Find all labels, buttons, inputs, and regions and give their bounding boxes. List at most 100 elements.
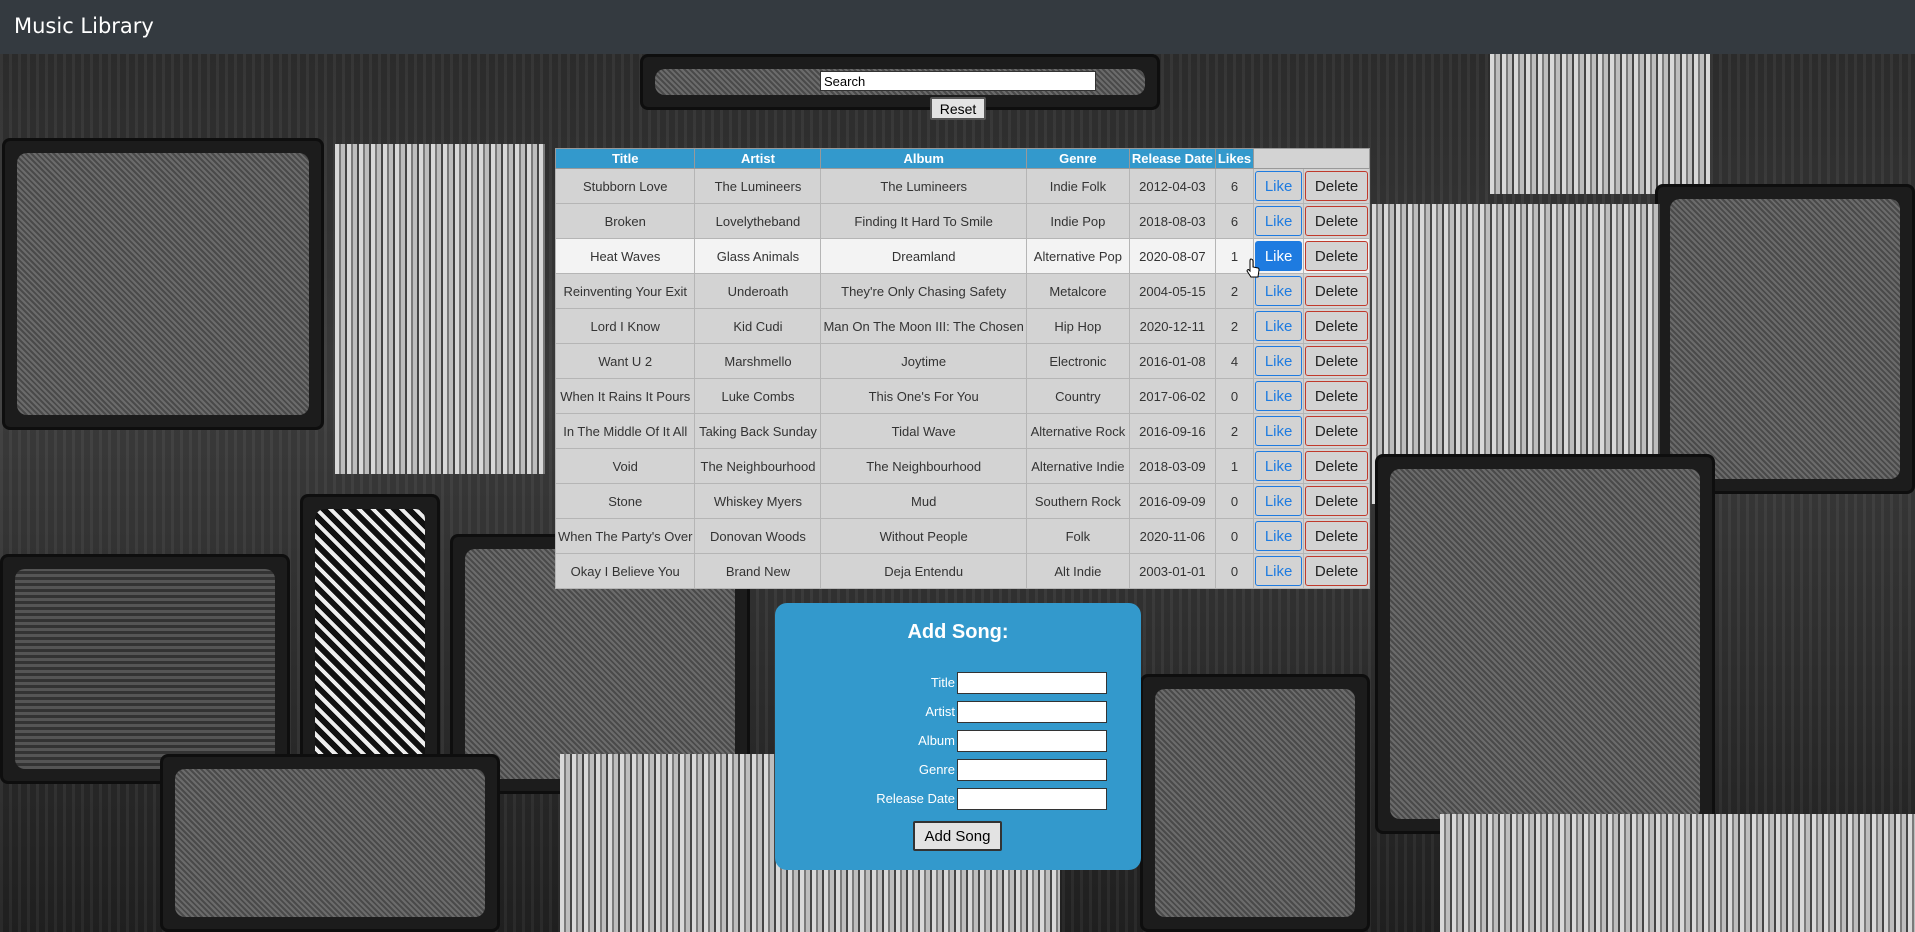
table-row: Stone Whiskey Myers Mud Southern Rock 20… bbox=[554, 483, 1371, 519]
like-button[interactable]: Like bbox=[1255, 486, 1303, 516]
cell-likes: 6 bbox=[1214, 203, 1255, 239]
table-row: Broken Lovelytheband Finding It Hard To … bbox=[554, 203, 1371, 239]
cell-artist: Whiskey Myers bbox=[694, 483, 822, 519]
delete-button[interactable]: Delete bbox=[1305, 381, 1369, 411]
add-song-button[interactable]: Add Song bbox=[913, 821, 1002, 851]
cell-artist: Luke Combs bbox=[694, 378, 822, 414]
header-release-date[interactable]: Release Date bbox=[1128, 148, 1216, 169]
delete-button[interactable]: Delete bbox=[1305, 171, 1369, 201]
cell-likes: 0 bbox=[1214, 378, 1255, 414]
header-likes[interactable]: Likes bbox=[1214, 148, 1255, 169]
search-input[interactable] bbox=[820, 71, 1096, 91]
like-button[interactable]: Like bbox=[1255, 276, 1303, 306]
header-actions bbox=[1253, 148, 1371, 169]
cell-album: Man On The Moon III: The Chosen bbox=[820, 308, 1027, 344]
cell-release-date: 2018-08-03 bbox=[1128, 203, 1216, 239]
cell-title: Want U 2 bbox=[554, 343, 696, 379]
like-button[interactable]: Like bbox=[1255, 346, 1303, 376]
reset-button[interactable]: Reset bbox=[930, 97, 986, 120]
delete-button[interactable]: Delete bbox=[1305, 486, 1369, 516]
album-label: Album bbox=[918, 733, 955, 748]
delete-button[interactable]: Delete bbox=[1305, 311, 1369, 341]
cell-album: The Lumineers bbox=[820, 168, 1027, 204]
delete-button[interactable]: Delete bbox=[1305, 206, 1369, 236]
like-button[interactable]: Like bbox=[1255, 206, 1303, 236]
cell-album: Finding It Hard To Smile bbox=[820, 203, 1027, 239]
like-button[interactable]: Like bbox=[1255, 381, 1303, 411]
cell-likes: 2 bbox=[1214, 413, 1255, 449]
cell-genre: Alternative Rock bbox=[1025, 413, 1130, 449]
cell-release-date: 2020-11-06 bbox=[1128, 518, 1216, 554]
form-row-artist: Artist bbox=[775, 701, 1141, 725]
cell-release-date: 2018-03-09 bbox=[1128, 448, 1216, 484]
title-field[interactable] bbox=[957, 672, 1107, 694]
delete-button[interactable]: Delete bbox=[1305, 241, 1369, 271]
cell-album: Dreamland bbox=[820, 238, 1027, 274]
hand-pointer-icon bbox=[1246, 258, 1260, 278]
delete-button[interactable]: Delete bbox=[1305, 556, 1369, 586]
cell-genre: Electronic bbox=[1025, 343, 1130, 379]
cell-title: Broken bbox=[554, 203, 696, 239]
cell-title: Okay I Believe You bbox=[554, 553, 696, 589]
delete-button[interactable]: Delete bbox=[1305, 416, 1369, 446]
cell-likes: 0 bbox=[1214, 553, 1255, 589]
form-row-album: Album bbox=[775, 730, 1141, 754]
like-button[interactable]: Like bbox=[1255, 556, 1303, 586]
table-row: Want U 2 Marshmello Joytime Electronic 2… bbox=[554, 343, 1371, 379]
like-button[interactable]: Like bbox=[1255, 311, 1303, 341]
cell-artist: Donovan Woods bbox=[694, 518, 822, 554]
header-artist[interactable]: Artist bbox=[694, 148, 822, 169]
cell-likes: 1 bbox=[1214, 448, 1255, 484]
cell-artist: Marshmello bbox=[694, 343, 822, 379]
cell-album: They're Only Chasing Safety bbox=[820, 273, 1027, 309]
album-field[interactable] bbox=[957, 730, 1107, 752]
table-row: Void The Neighbourhood The Neighbourhood… bbox=[554, 448, 1371, 484]
delete-button[interactable]: Delete bbox=[1305, 451, 1369, 481]
cell-title: Lord I Know bbox=[554, 308, 696, 344]
header-title[interactable]: Title bbox=[554, 148, 696, 169]
like-button[interactable]: Like bbox=[1255, 451, 1303, 481]
table-row: In The Middle Of It All Taking Back Sund… bbox=[554, 413, 1371, 449]
genre-field[interactable] bbox=[957, 759, 1107, 781]
like-button[interactable]: Like bbox=[1255, 521, 1303, 551]
table-row: Lord I Know Kid Cudi Man On The Moon III… bbox=[554, 308, 1371, 344]
cell-release-date: 2004-05-15 bbox=[1128, 273, 1216, 309]
table-row: Okay I Believe You Brand New Deja Entend… bbox=[554, 553, 1371, 589]
cell-likes: 2 bbox=[1214, 308, 1255, 344]
cell-likes: 4 bbox=[1214, 343, 1255, 379]
cell-title: When It Rains It Pours bbox=[554, 378, 696, 414]
header-genre[interactable]: Genre bbox=[1025, 148, 1130, 169]
cell-title: In The Middle Of It All bbox=[554, 413, 696, 449]
delete-button[interactable]: Delete bbox=[1305, 276, 1369, 306]
header-album[interactable]: Album bbox=[820, 148, 1027, 169]
artist-field[interactable] bbox=[957, 701, 1107, 723]
add-song-heading: Add Song: bbox=[907, 621, 1009, 643]
delete-button[interactable]: Delete bbox=[1305, 346, 1369, 376]
delete-button[interactable]: Delete bbox=[1305, 521, 1369, 551]
cell-genre: Hip Hop bbox=[1025, 308, 1130, 344]
cell-album: Without People bbox=[820, 518, 1027, 554]
release-date-field[interactable] bbox=[957, 788, 1107, 810]
cell-genre: Southern Rock bbox=[1025, 483, 1130, 519]
cell-genre: Country bbox=[1025, 378, 1130, 414]
cell-release-date: 2012-04-03 bbox=[1128, 168, 1216, 204]
like-button[interactable]: Like bbox=[1255, 416, 1303, 446]
form-row-title: Title bbox=[775, 672, 1141, 696]
table-row: When It Rains It Pours Luke Combs This O… bbox=[554, 378, 1371, 414]
table-header-row: Title Artist Album Genre Release Date Li… bbox=[554, 148, 1371, 169]
app-title[interactable]: Music Library bbox=[14, 14, 154, 38]
cell-album: Mud bbox=[820, 483, 1027, 519]
cell-artist: Glass Animals bbox=[694, 238, 822, 274]
cell-album: Tidal Wave bbox=[820, 413, 1027, 449]
cell-artist: Kid Cudi bbox=[694, 308, 822, 344]
title-label: Title bbox=[930, 675, 955, 690]
cell-release-date: 2016-09-09 bbox=[1128, 483, 1216, 519]
like-button[interactable]: Like bbox=[1255, 171, 1303, 201]
cell-artist: Brand New bbox=[694, 553, 822, 589]
cell-title: Reinventing Your Exit bbox=[554, 273, 696, 309]
like-button[interactable]: Like bbox=[1255, 241, 1303, 271]
cell-release-date: 2003-01-01 bbox=[1128, 553, 1216, 589]
cell-artist: Lovelytheband bbox=[694, 203, 822, 239]
cell-release-date: 2016-09-16 bbox=[1128, 413, 1216, 449]
form-row-genre: Genre bbox=[775, 759, 1141, 783]
